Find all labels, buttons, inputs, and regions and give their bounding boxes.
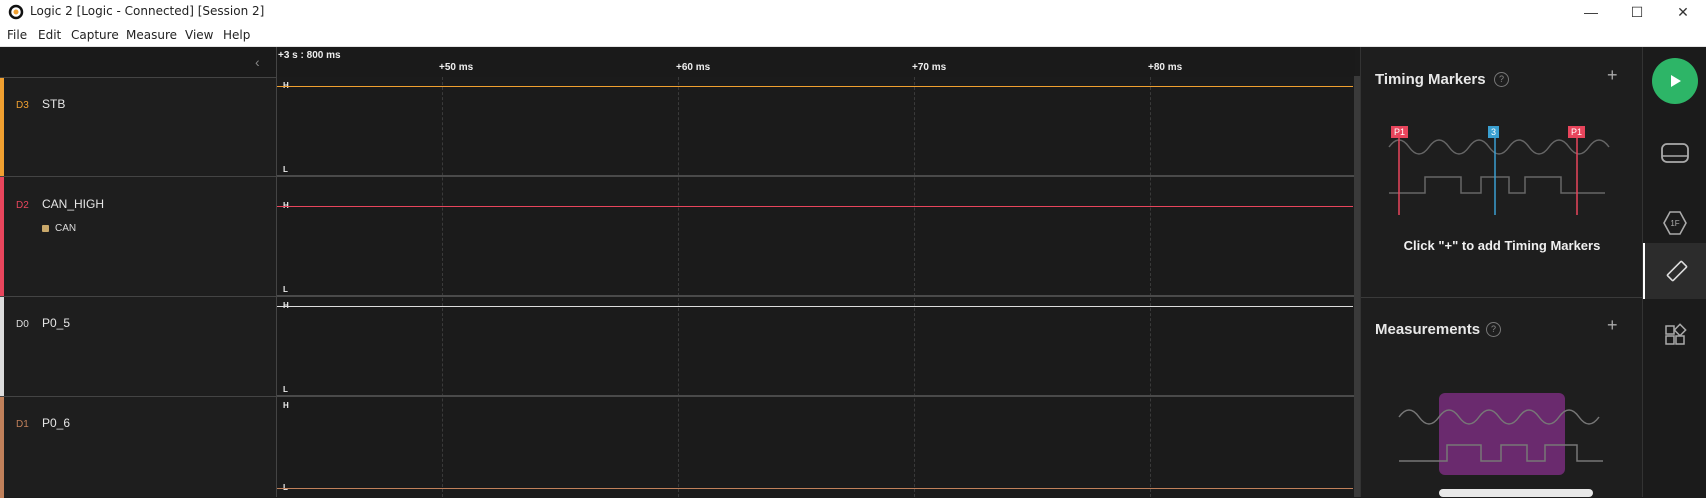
device-settings-button[interactable]	[1643, 125, 1706, 181]
level-high-label: H	[283, 401, 289, 410]
row-separator	[277, 295, 1355, 297]
level-low-label: L	[283, 285, 288, 294]
waveform-d3	[277, 86, 1353, 87]
level-low-label: L	[283, 385, 288, 394]
timeline-tick: +50 ms	[439, 62, 474, 73]
channel-id: D3	[16, 100, 29, 111]
title-bar: Logic 2 [Logic - Connected] [Session 2] …	[0, 0, 1706, 24]
marker-flag-p1: P1	[1568, 126, 1586, 138]
marker-flag-3: 3	[1488, 126, 1500, 138]
waveform-area[interactable]: +3 s : 800 ms +50 ms +60 ms +70 ms +80 m…	[276, 47, 1355, 497]
menu-view[interactable]: View	[185, 28, 213, 42]
channel-name[interactable]: P0_5	[42, 316, 70, 330]
measurements-illustration	[1398, 393, 1603, 497]
row-separator	[277, 395, 1355, 397]
help-icon[interactable]: ?	[1494, 72, 1509, 87]
timeline-tick: +60 ms	[676, 62, 711, 73]
channel-name[interactable]: CAN_HIGH	[42, 197, 104, 211]
icon-rail: 1F	[1642, 47, 1706, 497]
add-measurement-button[interactable]: +	[1607, 315, 1618, 336]
channel-row-d2[interactable]: D2 CAN_HIGH CAN	[0, 176, 276, 297]
channel-id: D0	[16, 319, 29, 330]
channel-id: D2	[16, 200, 29, 211]
analyzer-name: CAN	[55, 223, 77, 234]
logic-app-icon	[8, 4, 24, 20]
start-capture-button[interactable]	[1643, 53, 1706, 109]
analyzer-hex-icon: 1F	[1663, 211, 1687, 235]
waveform-d1	[277, 488, 1353, 489]
extensions-grid-icon	[1665, 323, 1687, 345]
channel-row-d3[interactable]: D3 STB	[0, 77, 276, 177]
level-low-label: L	[283, 165, 288, 174]
timing-markers-hint: Click "+" to add Timing Markers	[1403, 238, 1601, 253]
channel-name[interactable]: P0_6	[42, 416, 70, 430]
waveform-d0	[277, 306, 1353, 307]
chevron-left-icon[interactable]: ‹	[255, 54, 260, 70]
grid-line	[1150, 77, 1151, 497]
channel-id: D1	[16, 419, 29, 430]
help-icon[interactable]: ?	[1486, 322, 1501, 337]
row-separator	[277, 175, 1355, 177]
side-panel: Timing Markers ? + P1 3 P1 Click "+" to …	[1360, 47, 1643, 497]
timeline-tick: +80 ms	[1148, 62, 1183, 73]
play-icon	[1652, 58, 1698, 104]
timing-markers-title: Timing Markers	[1375, 71, 1486, 88]
ruler-icon	[1666, 260, 1688, 282]
channel-name[interactable]: STB	[42, 97, 65, 111]
timeline-origin: +3 s : 800 ms	[278, 50, 341, 61]
channel-color-stripe	[0, 297, 4, 397]
menu-help[interactable]: Help	[223, 28, 250, 42]
channel-header	[0, 47, 276, 77]
channel-color-stripe	[0, 78, 4, 177]
timeline-tick: +70 ms	[912, 62, 947, 73]
waveform-d2	[277, 206, 1353, 207]
maximize-button[interactable]: ☐	[1614, 0, 1660, 24]
device-icon	[1661, 143, 1689, 163]
menu-bar: File Edit Capture Measure View Help	[0, 24, 1706, 47]
timing-markers-tab[interactable]	[1643, 243, 1706, 299]
channel-color-stripe	[0, 177, 4, 297]
panel-separator	[1361, 297, 1643, 298]
grid-line	[678, 77, 679, 497]
grid-line	[442, 77, 443, 497]
menu-edit[interactable]: Edit	[38, 28, 61, 42]
add-timing-marker-button[interactable]: +	[1607, 65, 1618, 86]
menu-capture[interactable]: Capture	[71, 28, 119, 42]
channel-row-d0[interactable]: D0 P0_5	[0, 296, 276, 397]
grid-line	[914, 77, 915, 497]
menu-measure[interactable]: Measure	[126, 28, 177, 42]
extensions-button[interactable]	[1643, 307, 1706, 363]
window-title: Logic 2 [Logic - Connected] [Session 2]	[30, 4, 265, 18]
timeline-ruler[interactable]: +3 s : 800 ms +50 ms +60 ms +70 ms +80 m…	[277, 47, 1355, 77]
measurements-title: Measurements	[1375, 321, 1481, 338]
minimize-button[interactable]: —	[1568, 0, 1614, 24]
analyzer-color-dot	[42, 224, 49, 232]
channel-row-d1[interactable]: D1 P0_6	[0, 396, 276, 498]
close-button[interactable]: ✕	[1660, 0, 1706, 24]
menu-file[interactable]: File	[7, 28, 27, 42]
analyzer-tag[interactable]: CAN	[42, 223, 76, 234]
marker-flag-p1: P1	[1391, 126, 1409, 138]
channel-color-stripe	[0, 397, 4, 498]
svg-text:1F: 1F	[1670, 219, 1679, 228]
